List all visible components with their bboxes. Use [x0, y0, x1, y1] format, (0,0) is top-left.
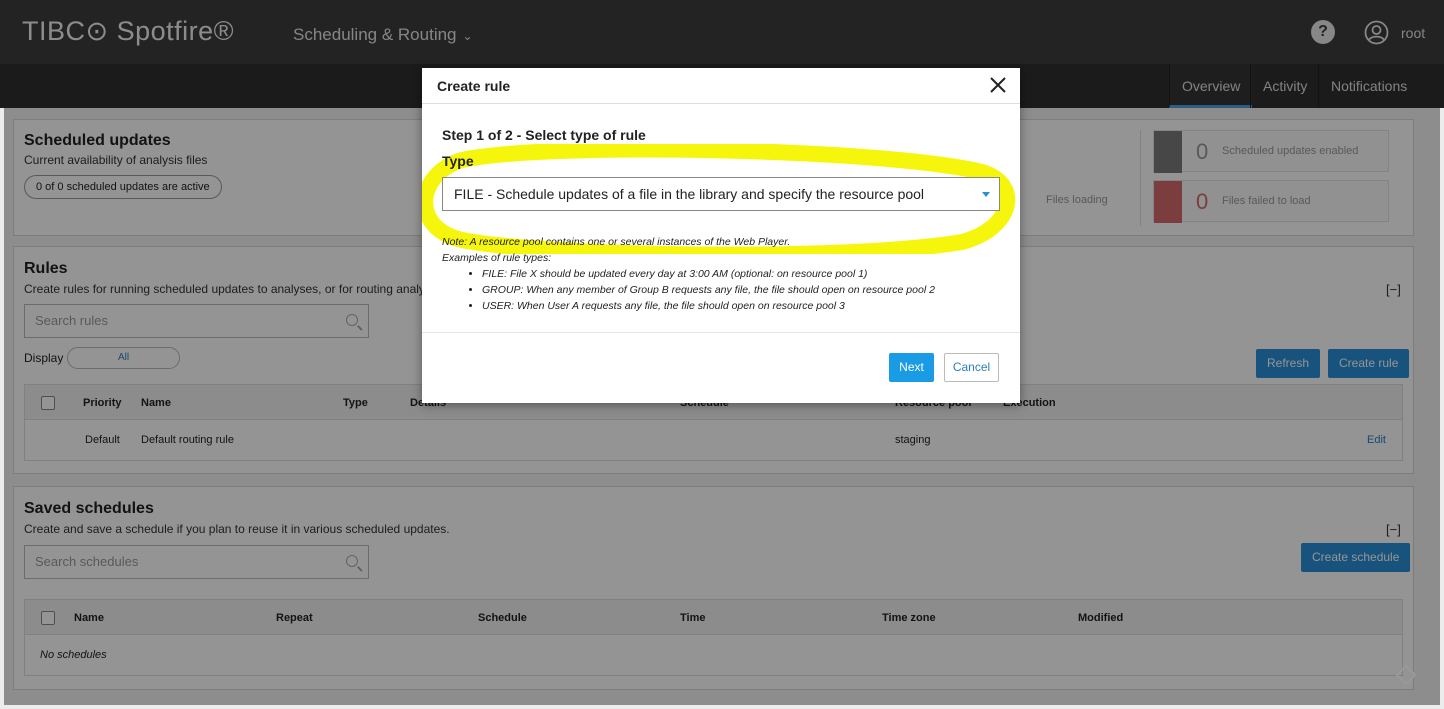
dialog-title: Create rule: [437, 78, 511, 94]
footer-divider: [422, 332, 1020, 333]
resource-pool-note: Note: A resource pool contains one or se…: [442, 234, 790, 266]
rule-type-select[interactable]: FILE - Schedule updates of a file in the…: [442, 177, 1000, 211]
list-item: GROUP: When any member of Group B reques…: [482, 282, 935, 298]
next-button[interactable]: Next: [889, 353, 934, 382]
close-icon[interactable]: [990, 77, 1006, 93]
examples-list: FILE: File X should be updated every day…: [482, 266, 935, 314]
cancel-button[interactable]: Cancel: [944, 353, 999, 382]
rule-type-value: FILE - Schedule updates of a file in the…: [454, 186, 925, 202]
type-label: Type: [442, 153, 474, 169]
create-rule-dialog: Create rule Step 1 of 2 - Select type of…: [422, 68, 1020, 403]
scroll-to-top-icon[interactable]: [1395, 664, 1417, 686]
dialog-header: Create rule: [422, 68, 1020, 104]
examples-label: Examples of rule types:: [442, 252, 552, 264]
dropdown-caret-icon: [982, 192, 990, 197]
list-item: FILE: File X should be updated every day…: [482, 266, 935, 282]
step-title: Step 1 of 2 - Select type of rule: [442, 127, 646, 143]
note-text: Note: A resource pool contains one or se…: [442, 236, 791, 248]
list-item: USER: When User A requests any file, the…: [482, 298, 935, 314]
